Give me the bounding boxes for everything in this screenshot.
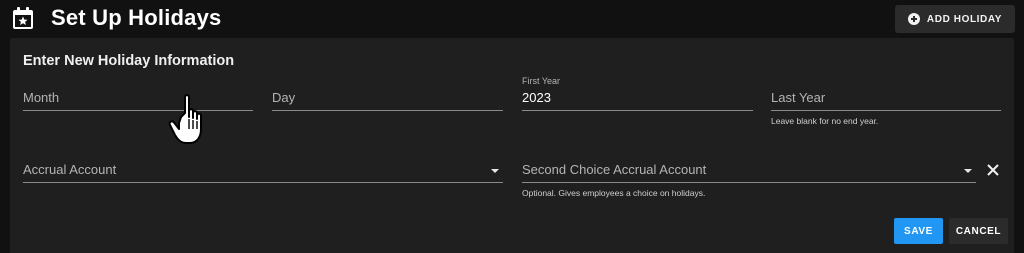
first-year-label: First Year xyxy=(522,76,561,86)
first-year-field[interactable]: First Year 2023 xyxy=(522,76,753,111)
top-bar: Set Up Holidays ADD HOLIDAY xyxy=(0,0,1024,38)
first-year-value: 2023 xyxy=(522,90,551,105)
close-icon[interactable] xyxy=(985,162,1001,178)
accrual-account-placeholder: Accrual Account xyxy=(23,162,117,177)
last-year-field[interactable]: Last Year xyxy=(771,84,1001,111)
hand-pointer-icon xyxy=(168,94,202,144)
form-section-title: Enter New Holiday Information xyxy=(23,53,235,69)
day-field[interactable]: Day xyxy=(272,84,503,111)
chevron-down-icon xyxy=(964,169,972,173)
month-field[interactable]: Month xyxy=(23,84,253,111)
last-year-hint: Leave blank for no end year. xyxy=(771,116,879,126)
page-title: Set Up Holidays xyxy=(51,5,222,30)
add-holiday-label: ADD HOLIDAY xyxy=(926,13,1003,25)
holiday-form-panel xyxy=(10,38,1014,253)
save-button[interactable]: SAVE xyxy=(894,218,943,244)
plus-circle-icon xyxy=(907,13,920,25)
accrual-account-select[interactable]: Accrual Account xyxy=(23,156,503,183)
day-placeholder: Day xyxy=(272,90,296,105)
month-placeholder: Month xyxy=(23,90,60,105)
cancel-button[interactable]: CANCEL xyxy=(949,218,1008,244)
second-accrual-account-select[interactable]: Second Choice Accrual Account xyxy=(522,156,976,183)
last-year-placeholder: Last Year xyxy=(771,90,826,105)
calendar-star-icon xyxy=(13,7,33,29)
chevron-down-icon xyxy=(491,169,499,173)
second-accrual-account-hint: Optional. Gives employees a choice on ho… xyxy=(522,188,706,198)
second-accrual-account-placeholder: Second Choice Accrual Account xyxy=(522,162,707,177)
add-holiday-button[interactable]: ADD HOLIDAY xyxy=(895,5,1015,33)
